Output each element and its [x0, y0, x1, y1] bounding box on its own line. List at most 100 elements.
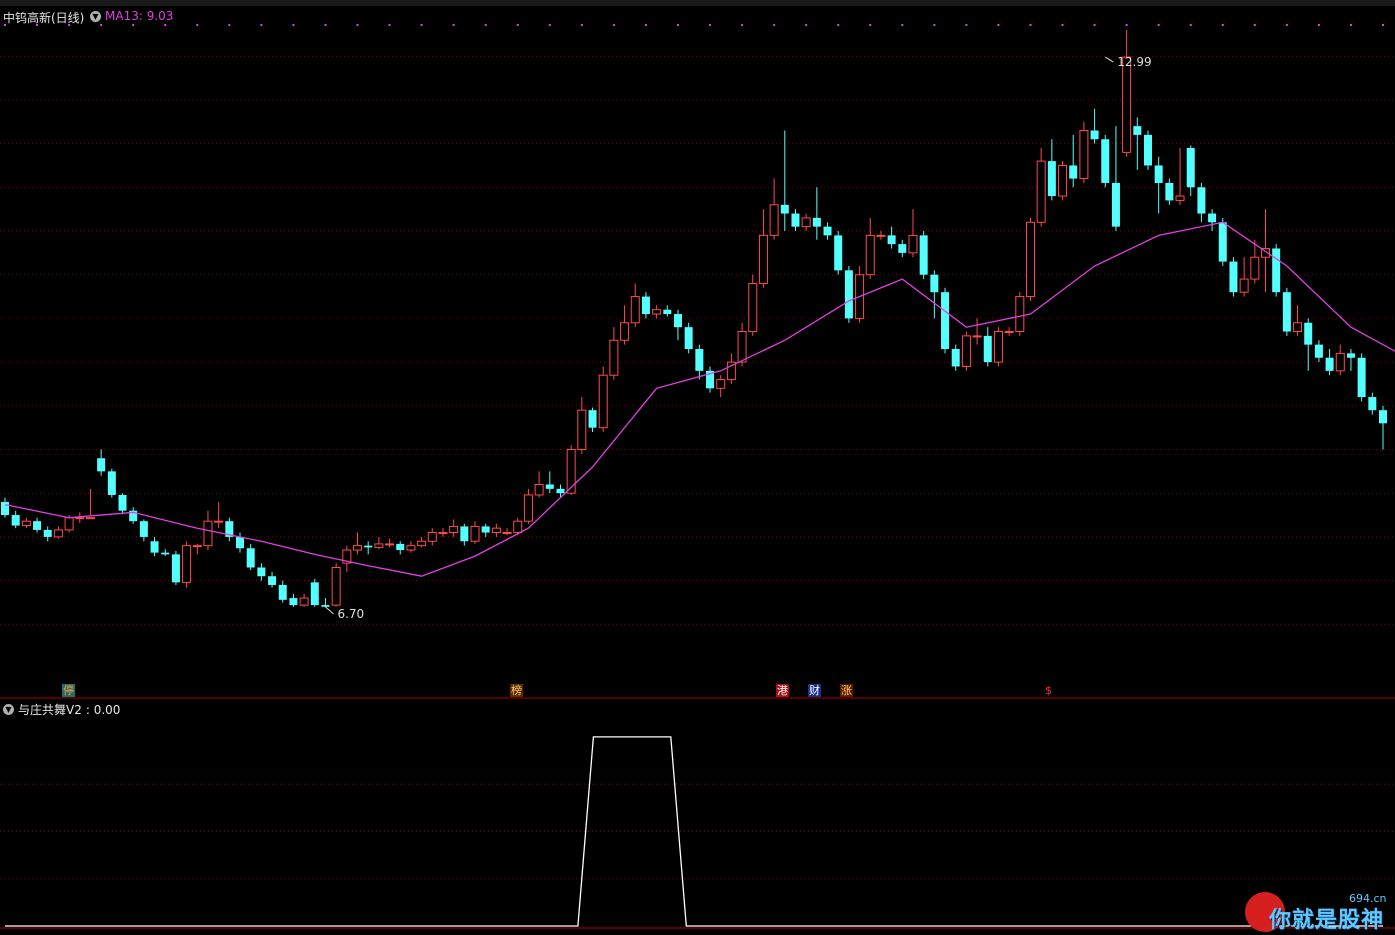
- candle-body-up: [203, 520, 213, 547]
- candle-body-down: [844, 270, 853, 319]
- candle-body-down: [364, 545, 373, 548]
- candle-body-down: [1282, 292, 1291, 332]
- ma-legend-label: MA13: 9.03: [105, 9, 174, 23]
- signal-marker-dollar[interactable]: $: [1044, 684, 1053, 697]
- candle-body-up: [85, 517, 95, 520]
- candle-body-up: [737, 331, 747, 363]
- candle-body-down: [236, 536, 245, 549]
- candle-body-down: [641, 296, 650, 315]
- candle-body-up: [748, 282, 758, 333]
- signal-dot: [997, 24, 1000, 26]
- indicator-value: : 0.00: [85, 702, 121, 717]
- candle-body-up: [331, 566, 341, 606]
- candle-body-down: [139, 521, 148, 537]
- signal-dot: [869, 24, 872, 26]
- candle-body-up: [716, 379, 726, 389]
- candle-body-down: [1133, 126, 1142, 135]
- signal-marker-stop[interactable]: 停: [62, 684, 75, 697]
- candle-body-down: [898, 244, 907, 253]
- candle-body-down: [834, 235, 843, 271]
- candle-body-down: [941, 292, 950, 349]
- candle-body-up: [993, 331, 1003, 363]
- candle-body-up: [353, 545, 363, 551]
- candle-body-down: [1314, 344, 1323, 358]
- candle-body-down: [321, 605, 330, 607]
- signal-dot: [837, 24, 840, 26]
- candle-body-down: [289, 598, 298, 606]
- signal-dot: [1157, 24, 1160, 26]
- candle-body-up: [534, 483, 544, 496]
- candle-body-down: [1346, 353, 1355, 358]
- candle-body-up: [523, 494, 533, 522]
- candle-body-down: [1154, 165, 1163, 183]
- candle-body-down: [823, 226, 832, 236]
- ma-settings-icon[interactable]: ▼: [90, 10, 101, 22]
- candle-body-down: [791, 213, 800, 227]
- candle-body-up: [630, 296, 640, 324]
- signal-dot: [644, 24, 647, 26]
- candle-body-up: [427, 532, 437, 542]
- candle-body-up: [449, 525, 459, 534]
- signal-dot: [548, 24, 551, 26]
- signal-dot: [965, 24, 968, 26]
- candle-body-up: [758, 234, 768, 284]
- signal-dot: [1382, 24, 1384, 26]
- candle-body-down: [1218, 222, 1227, 262]
- candle-body-down: [460, 526, 469, 542]
- candle-body-down: [97, 458, 106, 472]
- candle-body-down: [887, 235, 896, 245]
- candle-body-down: [588, 410, 597, 428]
- candle-body-up: [406, 545, 416, 551]
- candle-body-down: [930, 274, 939, 293]
- candle-body-up: [1122, 56, 1132, 153]
- signal-dot: [709, 24, 712, 26]
- candle-body-up: [577, 409, 587, 451]
- candle-body-up: [417, 540, 427, 547]
- signal-dot: [1285, 24, 1288, 26]
- indicator-settings-icon[interactable]: ▼: [3, 704, 14, 715]
- candle-body-down: [1229, 261, 1238, 293]
- candle-body-down: [1368, 397, 1377, 411]
- signal-dot: [933, 24, 936, 26]
- signal-dot: [1029, 24, 1032, 26]
- signal-dot: [100, 24, 103, 26]
- signal-dot: [676, 24, 679, 26]
- signal-marker-hk[interactable]: 港: [776, 684, 789, 697]
- signal-dot: [260, 24, 263, 26]
- candle-body-down: [171, 554, 180, 583]
- stock-title: 中钨高新(日线): [3, 11, 85, 25]
- candle-body-down: [43, 529, 52, 537]
- signal-dot: [484, 24, 487, 26]
- signal-dot: [612, 24, 615, 26]
- candle-body-up: [192, 545, 202, 548]
- candle-body-up: [961, 335, 971, 367]
- candle-body-up: [182, 545, 192, 583]
- signal-marker-finance[interactable]: 财: [808, 684, 821, 697]
- candle-body-up: [609, 339, 619, 376]
- candle-body-down: [1, 501, 9, 516]
- candle-body-down: [1165, 182, 1174, 201]
- candle-body-up: [214, 520, 224, 523]
- candle-body-down: [246, 548, 255, 568]
- stock-chart: 12.99 6.70: [0, 0, 1395, 929]
- signal-dot: [773, 24, 776, 26]
- candle-body-down: [150, 541, 159, 553]
- candle-body-up: [1015, 296, 1025, 333]
- candle-body-up: [502, 532, 512, 535]
- signal-dot: [228, 24, 231, 26]
- indicator-name: 与庄共舞V2: [18, 703, 82, 717]
- candle-body-up: [491, 527, 501, 534]
- candle-body-up: [21, 520, 31, 527]
- candle-body-down: [673, 314, 682, 328]
- candle-body-up: [438, 532, 448, 535]
- candle-body-down: [33, 521, 42, 530]
- candle-body-down: [11, 515, 20, 526]
- signal-dot: [1317, 24, 1320, 26]
- signal-marker-limit-up[interactable]: 涨: [840, 684, 853, 697]
- signal-marker-board[interactable]: 榜: [510, 684, 523, 697]
- candle-body-down: [1208, 213, 1217, 223]
- watermark-logo: 694.cn 你就是股神: [1245, 890, 1395, 935]
- candle-body-down: [118, 494, 127, 511]
- high-price-label: 12.99: [1117, 55, 1151, 69]
- candle-body-down: [1186, 147, 1195, 188]
